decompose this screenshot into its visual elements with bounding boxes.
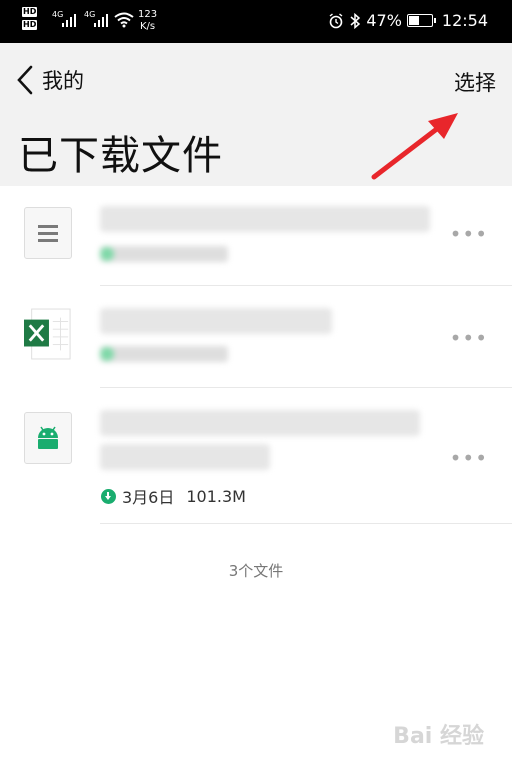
file-meta: 3月6日 101.3M bbox=[101, 484, 246, 508]
wifi-icon bbox=[114, 12, 134, 28]
file-size: 101.3M bbox=[186, 486, 246, 506]
signal-icon bbox=[62, 14, 76, 27]
android-apk-icon bbox=[24, 412, 72, 464]
list-item[interactable]: 3月6日 101.3M ••• bbox=[0, 388, 512, 524]
red-arrow-annotation bbox=[371, 113, 458, 180]
bluetooth-icon bbox=[350, 12, 361, 29]
status-right: 47% 12:54 bbox=[328, 11, 488, 30]
list-item[interactable]: ••• bbox=[0, 286, 512, 388]
back-label: 我的 bbox=[42, 69, 84, 93]
back-button[interactable]: 我的 bbox=[16, 65, 84, 95]
file-meta-blurred bbox=[100, 246, 228, 262]
document-icon bbox=[24, 207, 72, 259]
file-name-blurred bbox=[100, 206, 430, 232]
list-item[interactable]: ••• bbox=[0, 186, 512, 286]
battery-percent: 47% bbox=[366, 11, 402, 30]
page-title: 已下载文件 bbox=[18, 133, 223, 179]
file-name-blurred bbox=[100, 308, 332, 334]
net-speed: 123 K/s bbox=[138, 9, 158, 32]
divider bbox=[100, 523, 512, 524]
more-options-icon[interactable]: ••• bbox=[450, 222, 488, 246]
excel-icon bbox=[24, 308, 72, 360]
file-name-blurred-line-1 bbox=[100, 410, 420, 436]
hd-badge-1: HD bbox=[22, 7, 38, 17]
file-count: 3个文件 bbox=[228, 562, 284, 580]
chevron-left-icon bbox=[17, 65, 33, 95]
status-bar: HD HD 4G 4G 123 K/s 47% 12:54 bbox=[0, 0, 512, 43]
signal-icon-2 bbox=[94, 14, 108, 27]
select-button[interactable]: 选择 bbox=[454, 67, 496, 97]
file-list: ••• ••• 3月6日 101.3M ••• bbox=[0, 186, 512, 524]
more-options-icon[interactable]: ••• bbox=[450, 326, 488, 350]
file-meta-blurred bbox=[100, 346, 228, 362]
baidu-watermark: Bai 经验 bbox=[393, 724, 484, 749]
hd-badge-2: HD bbox=[22, 20, 38, 30]
alarm-icon bbox=[329, 12, 343, 28]
downloaded-icon bbox=[101, 488, 116, 504]
sim-badges: HD HD bbox=[22, 7, 39, 30]
battery-icon bbox=[406, 14, 436, 27]
file-date: 3月6日 bbox=[122, 488, 175, 507]
clock: 12:54 bbox=[441, 11, 488, 30]
more-options-icon[interactable]: ••• bbox=[450, 446, 488, 470]
file-name-blurred-line-2 bbox=[100, 444, 270, 470]
